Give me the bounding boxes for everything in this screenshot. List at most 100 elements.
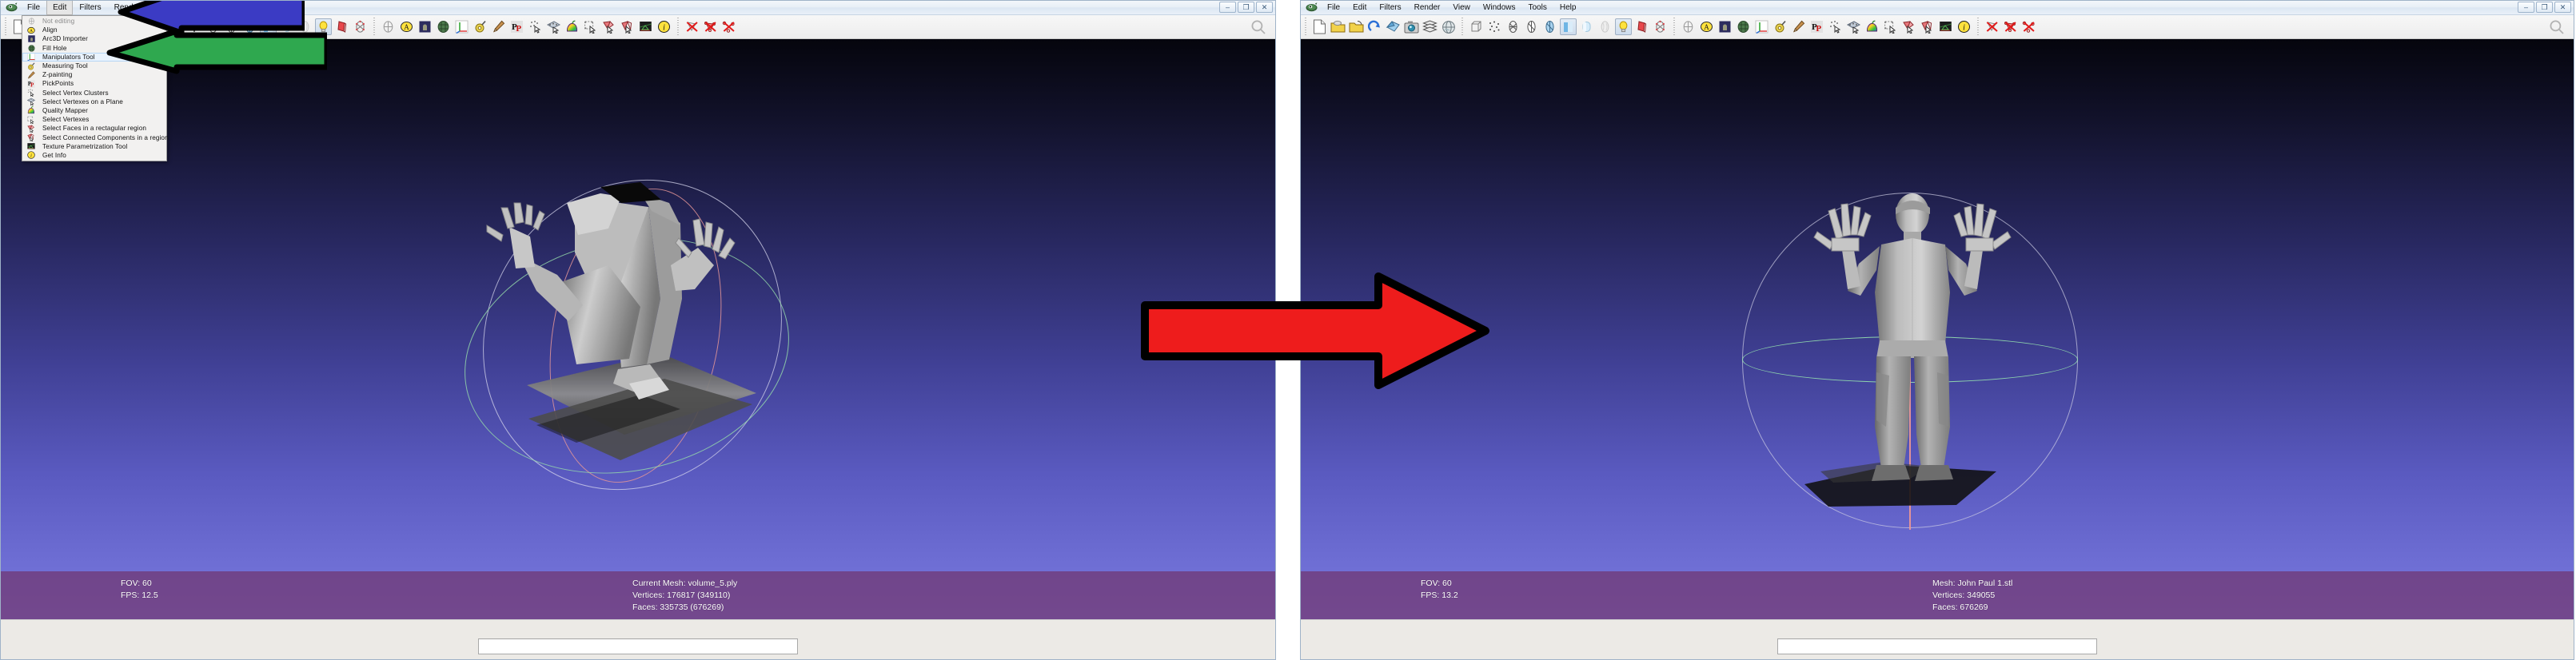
menu-item-select-vertex-clusters[interactable]: Select Vertex Clusters bbox=[22, 89, 166, 97]
arc3d-importer-icon[interactable] bbox=[417, 18, 433, 35]
open-mesh-icon[interactable] bbox=[1348, 18, 1365, 35]
z-painting-icon[interactable] bbox=[1790, 18, 1807, 35]
backface-cull-icon[interactable] bbox=[333, 18, 350, 35]
reload-icon[interactable] bbox=[1366, 18, 1383, 35]
search-icon[interactable] bbox=[1246, 17, 1270, 38]
restore-button[interactable]: ❐ bbox=[1238, 2, 1254, 13]
menu-item-texture-parametrization-tool[interactable]: Texture Parametrization Tool bbox=[22, 142, 166, 151]
menubar-item-filters[interactable]: Filters bbox=[1373, 1, 1407, 15]
menu-item-select-vertexes-on-a-plane[interactable]: Select Vertexes on a Plane bbox=[22, 97, 166, 106]
menubar-item-file[interactable]: File bbox=[21, 1, 46, 15]
delete-faces-icon[interactable] bbox=[1984, 18, 2000, 35]
close-button[interactable]: ✕ bbox=[2554, 2, 2571, 13]
not-editing-icon[interactable] bbox=[1680, 18, 1697, 35]
minimize-button[interactable]: – bbox=[1219, 2, 1236, 13]
wire-render-icon[interactable] bbox=[1505, 18, 1521, 35]
delete-faces-icon[interactable] bbox=[684, 18, 700, 35]
texture-param-tool-icon[interactable] bbox=[1937, 18, 1954, 35]
viewport-left[interactable]: FOV: 60 FPS: 12.5 Current Mesh: volume_5… bbox=[1, 39, 1275, 619]
select-vertexes-plane-icon[interactable] bbox=[545, 18, 562, 35]
measuring-tool-icon[interactable] bbox=[1772, 18, 1788, 35]
vertex-quality-icon[interactable] bbox=[352, 18, 369, 35]
select-vertexes-icon[interactable] bbox=[582, 18, 599, 35]
delete-faces-vertices-icon[interactable] bbox=[2002, 18, 2019, 35]
manipulators-tool-icon[interactable] bbox=[1753, 18, 1770, 35]
globe-icon[interactable] bbox=[1440, 18, 1457, 35]
menubar-item-filters[interactable]: Filters bbox=[73, 1, 107, 15]
select-vertexes-plane-icon[interactable] bbox=[1845, 18, 1862, 35]
delete-faces-vertices-icon[interactable] bbox=[702, 18, 719, 35]
quality-mapper-icon[interactable] bbox=[1864, 18, 1880, 35]
faces-row: Faces: 335735 (676269) bbox=[632, 602, 737, 614]
menubar-item-windows[interactable]: Windows bbox=[1477, 1, 1522, 15]
menu-item-get-info[interactable]: i Get Info bbox=[22, 151, 166, 160]
texture-render-icon[interactable] bbox=[1597, 18, 1613, 35]
snapshot-icon[interactable] bbox=[1403, 18, 1420, 35]
open-project-icon[interactable] bbox=[1330, 18, 1346, 35]
toolbar-grip-icon[interactable] bbox=[1672, 17, 1677, 37]
select-connected-components-icon[interactable] bbox=[1919, 18, 1936, 35]
menu-item-select-vertexes[interactable]: Select Vertexes bbox=[22, 115, 166, 124]
smooth-render-icon[interactable] bbox=[1578, 18, 1595, 35]
not-editing-icon[interactable] bbox=[380, 18, 397, 35]
toolbar-grip-icon[interactable] bbox=[1976, 17, 1981, 37]
bbox-render-icon[interactable] bbox=[1468, 18, 1485, 35]
toolbar-grip-icon[interactable] bbox=[3, 17, 9, 37]
toolbar-grip-icon[interactable] bbox=[676, 17, 681, 37]
select-vertexes-plane-icon bbox=[22, 97, 40, 106]
menubar-item-render[interactable]: Render bbox=[1408, 1, 1447, 15]
menu-item-select-connected-components-in-a-region[interactable]: Select Connected Components in a region bbox=[22, 133, 169, 142]
restore-button[interactable]: ❐ bbox=[2536, 2, 2553, 13]
search-icon[interactable] bbox=[2545, 17, 2569, 38]
toolbar-grip-icon[interactable] bbox=[372, 17, 377, 37]
minimize-button[interactable]: – bbox=[2518, 2, 2534, 13]
select-faces-rect-icon[interactable] bbox=[600, 18, 617, 35]
svg-text:i: i bbox=[30, 154, 32, 159]
delete-vertices-icon[interactable] bbox=[720, 18, 737, 35]
manipulators-tool-icon[interactable] bbox=[453, 18, 470, 35]
delete-vertices-icon[interactable] bbox=[2020, 18, 2037, 35]
menubar-item-file[interactable]: File bbox=[1321, 1, 1346, 15]
flat-lines-icon[interactable] bbox=[1541, 18, 1558, 35]
select-vertexes-icon[interactable] bbox=[1882, 18, 1899, 35]
menu-item-pickpoints[interactable]: PP PickPoints bbox=[22, 79, 166, 88]
flat-render-icon[interactable] bbox=[1560, 18, 1577, 35]
points-render-icon[interactable] bbox=[1486, 18, 1503, 35]
select-vertex-clusters-icon[interactable] bbox=[527, 18, 544, 35]
measuring-tool-icon[interactable] bbox=[472, 18, 488, 35]
z-painting-icon[interactable] bbox=[490, 18, 507, 35]
fill-hole-icon[interactable] bbox=[435, 18, 452, 35]
close-button[interactable]: ✕ bbox=[1256, 2, 1273, 13]
vertex-quality-icon[interactable] bbox=[1652, 18, 1669, 35]
arc3d-importer-icon[interactable] bbox=[1717, 18, 1733, 35]
menubar-item-help[interactable]: Help bbox=[1553, 1, 1583, 15]
select-vertex-clusters-icon[interactable] bbox=[1827, 18, 1844, 35]
backface-cull-icon[interactable] bbox=[1633, 18, 1650, 35]
menu-item-select-faces-in-a-rectagular-region[interactable]: Select Faces in a rectagular region bbox=[22, 124, 166, 133]
get-info-icon[interactable]: i bbox=[1956, 18, 1972, 35]
menu-item-quality-mapper[interactable]: Quality Mapper bbox=[22, 106, 166, 115]
save-mesh-icon[interactable] bbox=[1385, 18, 1402, 35]
toolbar-grip-icon[interactable] bbox=[1303, 17, 1309, 37]
lighting-icon[interactable] bbox=[1615, 18, 1632, 35]
menubar-item-edit[interactable]: Edit bbox=[46, 1, 74, 15]
layers-icon[interactable] bbox=[1422, 18, 1438, 35]
menubar-item-tools[interactable]: Tools bbox=[1521, 1, 1553, 15]
hidden-lines-icon[interactable] bbox=[1523, 18, 1540, 35]
select-connected-components-icon[interactable] bbox=[619, 18, 636, 35]
toolbar-grip-icon[interactable] bbox=[1460, 17, 1465, 37]
menubar-item-edit[interactable]: Edit bbox=[1346, 1, 1373, 15]
align-icon[interactable]: A bbox=[398, 18, 415, 35]
quality-mapper-icon[interactable] bbox=[564, 18, 580, 35]
select-faces-rect-icon[interactable] bbox=[1900, 18, 1917, 35]
gl-canvas-left[interactable] bbox=[1, 39, 1275, 619]
get-info-icon[interactable]: i bbox=[656, 18, 672, 35]
not-editing-icon bbox=[22, 17, 40, 26]
pickpoints-icon[interactable]: PP bbox=[1808, 18, 1825, 35]
pickpoints-icon[interactable]: PP bbox=[508, 18, 525, 35]
align-icon[interactable]: A bbox=[1698, 18, 1715, 35]
texture-param-tool-icon[interactable] bbox=[637, 18, 654, 35]
fill-hole-icon[interactable] bbox=[1735, 18, 1752, 35]
new-project-icon[interactable] bbox=[1311, 18, 1328, 35]
menubar-item-view[interactable]: View bbox=[1446, 1, 1477, 15]
